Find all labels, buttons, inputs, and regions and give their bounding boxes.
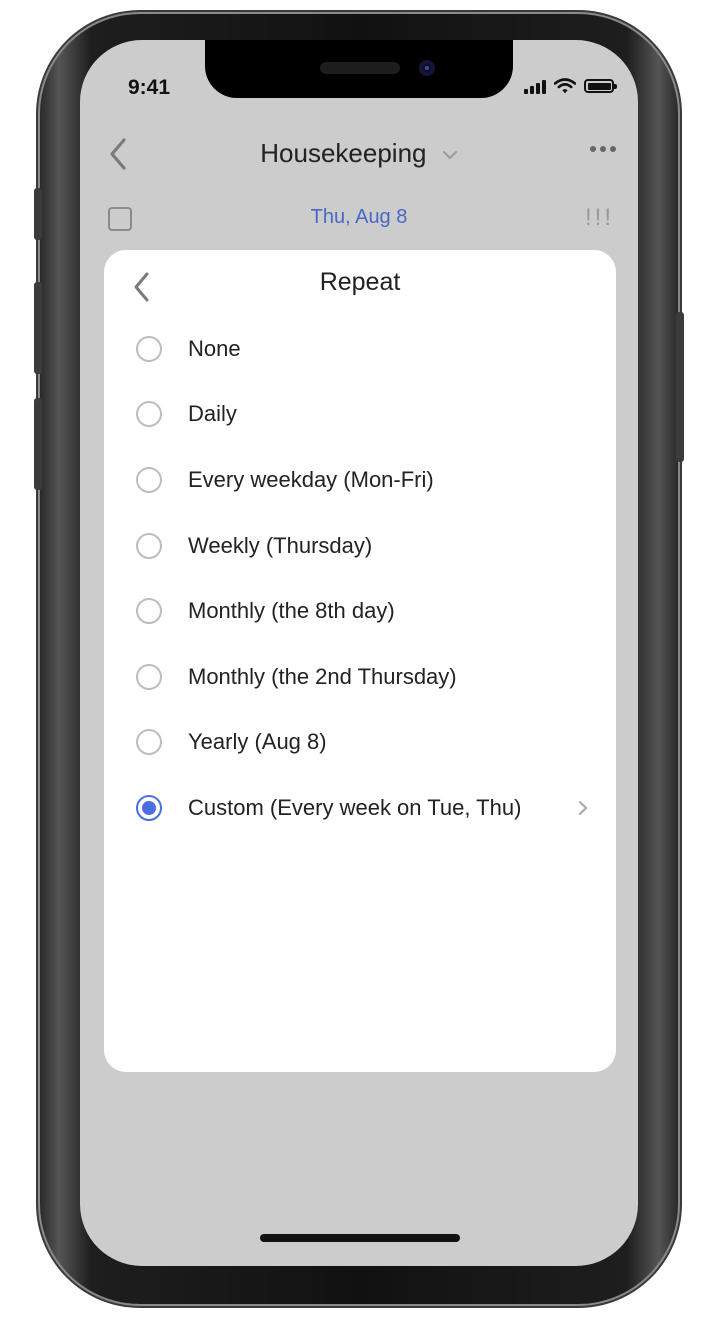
option-custom[interactable]: Custom (Every week on Tue, Thu) <box>104 775 616 841</box>
option-yearly[interactable]: Yearly (Aug 8) <box>104 710 616 776</box>
option-label: Custom (Every week on Tue, Thu) <box>188 794 522 820</box>
option-monthly-day[interactable]: Monthly (the 8th day) <box>104 578 616 644</box>
option-none[interactable]: None <box>104 316 616 382</box>
option-label: None <box>188 335 241 361</box>
front-camera <box>419 60 435 76</box>
home-indicator[interactable] <box>260 1234 460 1242</box>
radio-button[interactable] <box>136 729 162 756</box>
radio-button[interactable] <box>136 401 162 428</box>
chevron-right-icon[interactable] <box>576 798 590 818</box>
list-selector[interactable]: Housekeeping <box>80 138 638 169</box>
option-label: Every weekday (Mon-Fri) <box>188 466 434 492</box>
wifi-icon <box>554 78 576 94</box>
option-monthly-weekday[interactable]: Monthly (the 2nd Thursday) <box>104 644 616 710</box>
power-button <box>676 312 684 462</box>
repeat-options: None Daily Every weekday (Mon-Fri) Weekl… <box>104 316 616 841</box>
volume-up-button <box>34 282 42 374</box>
screen: 9:41 Housekeeping Thu, Aug 8 !!! Repeat <box>80 40 638 1266</box>
radio-button[interactable] <box>136 663 162 690</box>
radio-button[interactable] <box>136 466 162 493</box>
status-icons <box>524 78 617 94</box>
radio-button[interactable] <box>136 598 162 625</box>
sheet-title: Repeat <box>319 268 401 296</box>
chevron-down-icon <box>442 151 457 160</box>
option-label: Monthly (the 2nd Thursday) <box>188 663 457 689</box>
option-label: Monthly (the 8th day) <box>188 598 395 624</box>
option-label: Weekly (Thursday) <box>188 532 373 558</box>
radio-button[interactable] <box>136 532 162 559</box>
notch <box>205 40 513 98</box>
option-daily[interactable]: Daily <box>104 382 616 448</box>
battery-icon <box>584 79 617 93</box>
radio-button[interactable] <box>136 335 162 362</box>
priority-flag[interactable]: !!! <box>585 204 614 232</box>
option-weekly[interactable]: Weekly (Thursday) <box>104 513 616 579</box>
silent-switch <box>34 188 42 240</box>
option-label: Daily <box>188 401 237 427</box>
more-icon[interactable] <box>590 146 616 152</box>
volume-down-button <box>34 398 42 490</box>
option-label: Yearly (Aug 8) <box>188 729 327 755</box>
cellular-signal-icon <box>524 78 546 94</box>
header: Housekeeping <box>80 126 638 182</box>
status-time: 9:41 <box>128 76 171 99</box>
due-date[interactable]: Thu, Aug 8 <box>80 206 638 229</box>
page-title: Housekeeping <box>260 138 427 168</box>
radio-button-selected[interactable] <box>136 794 162 821</box>
option-every-weekday[interactable]: Every weekday (Mon-Fri) <box>104 447 616 513</box>
speaker-grille <box>320 62 400 74</box>
repeat-sheet: Repeat None Daily Every weekday (Mon-Fri… <box>104 250 616 1072</box>
